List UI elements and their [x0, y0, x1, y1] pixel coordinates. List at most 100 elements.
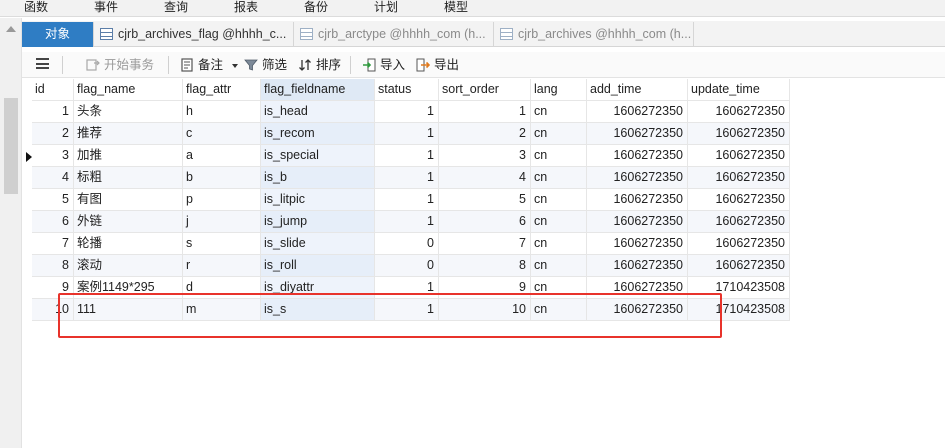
cell-add-time[interactable]: 1606272350 — [587, 123, 688, 145]
cell-flag-fieldname[interactable]: is_b — [261, 167, 375, 189]
memo-button[interactable]: 备注 — [178, 55, 238, 75]
tab-cjrb-archives[interactable]: cjrb_archives @hhhh_com (h... — [494, 22, 694, 47]
cell-flag-attr[interactable]: s — [183, 233, 261, 255]
cell-lang[interactable]: cn — [531, 145, 587, 167]
begin-transaction-button[interactable]: 开始事务 — [84, 55, 154, 75]
cell-lang[interactable]: cn — [531, 211, 587, 233]
cell-add-time[interactable]: 1606272350 — [587, 211, 688, 233]
cell-lang[interactable]: cn — [531, 101, 587, 123]
column-header-flag-fieldname[interactable]: flag_fieldname — [261, 79, 375, 101]
cell-flag-fieldname[interactable]: is_head — [261, 101, 375, 123]
cell-flag-fieldname[interactable]: is_slide — [261, 233, 375, 255]
cell-lang[interactable]: cn — [531, 189, 587, 211]
column-header-update-time[interactable]: update_time — [688, 79, 790, 101]
table-row[interactable]: 8 滚动 r is_roll 0 8 cn 1606272350 1606272350 — [32, 255, 790, 277]
cell-add-time[interactable]: 1606272350 — [587, 167, 688, 189]
cell-flag-fieldname[interactable]: is_recom — [261, 123, 375, 145]
table-row[interactable]: 5 有图 p is_litpic 1 5 cn 1606272350 1606272350 — [32, 189, 790, 211]
cell-flag-name[interactable]: 滚动 — [74, 255, 183, 277]
cell-status[interactable]: 1 — [375, 123, 439, 145]
cell-lang[interactable]: cn — [531, 123, 587, 145]
import-button[interactable]: 导入 — [360, 55, 405, 75]
tab-cjrb-archives-flag[interactable]: cjrb_archives_flag @hhhh_c... — [94, 22, 294, 47]
cell-status[interactable]: 0 — [375, 255, 439, 277]
cell-update-time[interactable]: 1606272350 — [688, 123, 790, 145]
cell-flag-name[interactable]: 外链 — [74, 211, 183, 233]
sort-button[interactable]: 排序 — [296, 55, 341, 75]
cell-sort-order[interactable]: 7 — [439, 233, 531, 255]
cell-update-time[interactable]: 1606272350 — [688, 189, 790, 211]
cell-flag-name[interactable]: 加推 — [74, 145, 183, 167]
menu-item-schedule[interactable]: 计划 — [374, 0, 398, 16]
cell-id[interactable]: 5 — [32, 189, 74, 211]
table-row[interactable]: 7 轮播 s is_slide 0 7 cn 1606272350 1606272350 — [32, 233, 790, 255]
cell-flag-fieldname[interactable]: is_roll — [261, 255, 375, 277]
cell-lang[interactable]: cn — [531, 167, 587, 189]
column-header-flag-name[interactable]: flag_name — [74, 79, 183, 101]
cell-status[interactable]: 1 — [375, 189, 439, 211]
cell-sort-order[interactable]: 6 — [439, 211, 531, 233]
menu-item-model[interactable]: 模型 — [444, 0, 468, 16]
cell-flag-fieldname[interactable]: is_litpic — [261, 189, 375, 211]
cell-id[interactable]: 3 — [32, 145, 74, 167]
cell-update-time[interactable]: 1606272350 — [688, 233, 790, 255]
column-header-id[interactable]: id — [32, 79, 74, 101]
cell-flag-attr[interactable]: r — [183, 255, 261, 277]
cell-flag-attr[interactable]: a — [183, 145, 261, 167]
cell-id[interactable]: 2 — [32, 123, 74, 145]
scrollbar-thumb[interactable] — [4, 98, 18, 194]
cell-status[interactable]: 1 — [375, 211, 439, 233]
cell-update-time[interactable]: 1606272350 — [688, 211, 790, 233]
cell-flag-name[interactable]: 轮播 — [74, 233, 183, 255]
cell-sort-order[interactable]: 8 — [439, 255, 531, 277]
chevron-down-icon[interactable] — [231, 63, 238, 68]
table-row[interactable]: 4 标粗 b is_b 1 4 cn 1606272350 1606272350 — [32, 167, 790, 189]
tab-cjrb-arctype[interactable]: cjrb_arctype @hhhh_com (h... — [294, 22, 494, 47]
menu-item-functions[interactable]: 函数 — [24, 0, 48, 16]
cell-flag-fieldname[interactable]: is_special — [261, 145, 375, 167]
cell-sort-order[interactable]: 1 — [439, 101, 531, 123]
cell-id[interactable]: 8 — [32, 255, 74, 277]
cell-sort-order[interactable]: 4 — [439, 167, 531, 189]
cell-flag-name[interactable]: 头条 — [74, 101, 183, 123]
cell-update-time[interactable]: 1606272350 — [688, 101, 790, 123]
export-button[interactable]: 导出 — [414, 55, 459, 75]
column-header-lang[interactable]: lang — [531, 79, 587, 101]
filter-button[interactable]: 筛选 — [242, 55, 287, 75]
cell-update-time[interactable]: 1606272350 — [688, 167, 790, 189]
cell-status[interactable]: 1 — [375, 101, 439, 123]
cell-add-time[interactable]: 1606272350 — [587, 145, 688, 167]
cell-id[interactable]: 1 — [32, 101, 74, 123]
cell-status[interactable]: 0 — [375, 233, 439, 255]
cell-add-time[interactable]: 1606272350 — [587, 255, 688, 277]
cell-flag-name[interactable]: 标粗 — [74, 167, 183, 189]
cell-lang[interactable]: cn — [531, 255, 587, 277]
cell-id[interactable]: 6 — [32, 211, 74, 233]
column-header-status[interactable]: status — [375, 79, 439, 101]
menu-item-report[interactable]: 报表 — [234, 0, 258, 16]
menu-item-backup[interactable]: 备份 — [304, 0, 328, 16]
cell-add-time[interactable]: 1606272350 — [587, 189, 688, 211]
left-scrollbar[interactable] — [0, 18, 22, 448]
cell-flag-attr[interactable]: j — [183, 211, 261, 233]
cell-add-time[interactable]: 1606272350 — [587, 233, 688, 255]
scroll-up-icon[interactable] — [6, 26, 16, 32]
menu-item-query[interactable]: 查询 — [164, 0, 188, 16]
cell-id[interactable]: 7 — [32, 233, 74, 255]
cell-flag-fieldname[interactable]: is_jump — [261, 211, 375, 233]
cell-flag-attr[interactable]: b — [183, 167, 261, 189]
table-row[interactable]: 6 外链 j is_jump 1 6 cn 1606272350 1606272350 — [32, 211, 790, 233]
cell-lang[interactable]: cn — [531, 233, 587, 255]
cell-flag-attr[interactable]: h — [183, 101, 261, 123]
cell-flag-name[interactable]: 有图 — [74, 189, 183, 211]
column-header-add-time[interactable]: add_time — [587, 79, 688, 101]
menu-icon[interactable] — [36, 58, 49, 69]
cell-id[interactable]: 4 — [32, 167, 74, 189]
tab-objects[interactable]: 对象 — [22, 22, 94, 47]
cell-sort-order[interactable]: 3 — [439, 145, 531, 167]
cell-status[interactable]: 1 — [375, 145, 439, 167]
column-header-flag-attr[interactable]: flag_attr — [183, 79, 261, 101]
cell-update-time[interactable]: 1606272350 — [688, 145, 790, 167]
cell-flag-attr[interactable]: c — [183, 123, 261, 145]
cell-sort-order[interactable]: 2 — [439, 123, 531, 145]
